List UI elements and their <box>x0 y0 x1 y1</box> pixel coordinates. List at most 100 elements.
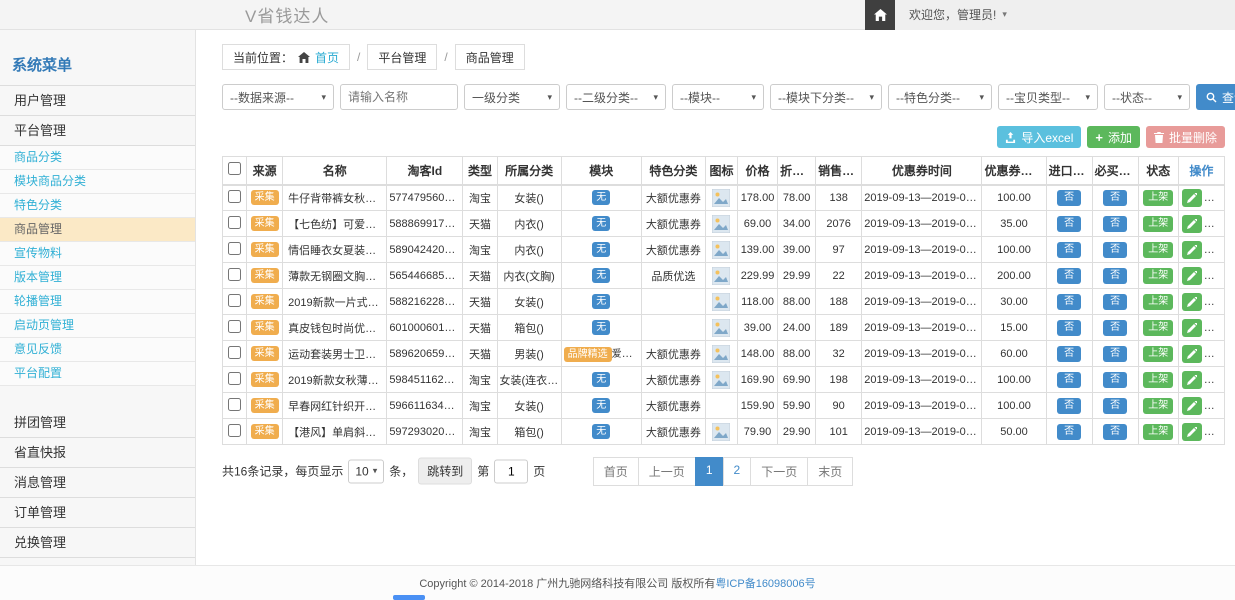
sidebar-subitem-9[interactable]: 平台配置 <box>0 362 195 386</box>
imported-toggle-button[interactable]: 否 <box>1057 268 1081 284</box>
must-buy-toggle-button[interactable]: 否 <box>1103 372 1127 388</box>
sidebar-subitem-3[interactable]: 商品管理 <box>0 218 195 242</box>
imported-toggle-button[interactable]: 否 <box>1057 294 1081 310</box>
sidebar-subitem-1[interactable]: 模块商品分类 <box>0 170 195 194</box>
filter-select-module-sub[interactable]: --模块下分类--▾ <box>770 84 882 110</box>
row-checkbox[interactable] <box>228 320 241 333</box>
filter-select-feature[interactable]: --特色分类--▾ <box>888 84 992 110</box>
row-checkbox[interactable] <box>228 372 241 385</box>
imported-toggle-button[interactable]: 否 <box>1057 346 1081 362</box>
must-buy-toggle-button[interactable]: 否 <box>1103 398 1127 414</box>
status-button[interactable]: 上架 <box>1143 372 1173 388</box>
imported-toggle-button[interactable]: 否 <box>1057 242 1081 258</box>
breadcrumb-crumb-0[interactable]: 平台管理 <box>367 44 437 70</box>
imported-toggle-button[interactable]: 否 <box>1057 424 1081 440</box>
edit-button[interactable] <box>1182 397 1202 415</box>
status-button[interactable]: 上架 <box>1143 216 1173 232</box>
edit-button[interactable] <box>1182 241 1202 259</box>
status-button[interactable]: 上架 <box>1143 398 1173 414</box>
imported-toggle-button[interactable]: 否 <box>1057 372 1081 388</box>
product-image-thumbnail[interactable] <box>712 189 730 207</box>
filter-select-module[interactable]: --模块--▾ <box>672 84 764 110</box>
row-checkbox[interactable] <box>228 398 241 411</box>
must-buy-toggle-button[interactable]: 否 <box>1103 216 1127 232</box>
query-button[interactable]: 查询 <box>1196 84 1235 110</box>
product-image-thumbnail[interactable] <box>712 319 730 337</box>
jump-page-input[interactable] <box>494 459 528 483</box>
must-buy-toggle-button[interactable]: 否 <box>1103 424 1127 440</box>
must-buy-toggle-button[interactable]: 否 <box>1103 190 1127 206</box>
batch-delete-button[interactable]: 批量删除 <box>1146 126 1225 148</box>
must-buy-toggle-button[interactable]: 否 <box>1103 320 1127 336</box>
user-menu[interactable]: 欢迎您，管理员! ▾ <box>895 0 1235 30</box>
breadcrumb-crumb-1[interactable]: 商品管理 <box>455 44 525 70</box>
filter-select-status[interactable]: --状态--▾ <box>1104 84 1190 110</box>
sidebar-item-partial[interactable] <box>0 558 195 565</box>
edit-button[interactable] <box>1182 215 1202 233</box>
row-checkbox[interactable] <box>228 424 241 437</box>
sidebar-item-top-after-0[interactable]: 拼团管理 <box>0 408 195 438</box>
edit-button[interactable] <box>1182 319 1202 337</box>
sidebar-subitem-5[interactable]: 版本管理 <box>0 266 195 290</box>
pagination-page-2[interactable]: 2 <box>723 457 752 486</box>
status-button[interactable]: 上架 <box>1143 424 1173 440</box>
add-button[interactable]: + 添加 <box>1087 126 1140 148</box>
sidebar-item-top-after-4[interactable]: 兑换管理 <box>0 528 195 558</box>
filter-select-level1[interactable]: 一级分类▾ <box>464 84 560 110</box>
sidebar-item-top-after-1[interactable]: 省直快报 <box>0 438 195 468</box>
sidebar-item-top-after-3[interactable]: 订单管理 <box>0 498 195 528</box>
edit-button[interactable] <box>1182 371 1202 389</box>
filter-select-level2[interactable]: --二级分类--▾ <box>566 84 666 110</box>
jump-button[interactable]: 跳转到 <box>418 458 472 485</box>
topbar-home-button[interactable] <box>865 0 895 30</box>
must-buy-toggle-button[interactable]: 否 <box>1103 346 1127 362</box>
status-button[interactable]: 上架 <box>1143 346 1173 362</box>
status-button[interactable]: 上架 <box>1143 294 1173 310</box>
page-size-select[interactable]: 10 ▾ <box>348 459 384 483</box>
row-checkbox[interactable] <box>228 216 241 229</box>
row-checkbox[interactable] <box>228 242 241 255</box>
sidebar-item-top-after-2[interactable]: 消息管理 <box>0 468 195 498</box>
select-all-checkbox[interactable] <box>228 162 241 175</box>
product-image-thumbnail[interactable] <box>712 241 730 259</box>
product-image-thumbnail[interactable] <box>712 345 730 363</box>
status-button[interactable]: 上架 <box>1143 190 1173 206</box>
import-excel-button[interactable]: 导入excel <box>997 126 1081 148</box>
product-image-thumbnail[interactable] <box>712 293 730 311</box>
edit-button[interactable] <box>1182 189 1202 207</box>
sidebar-subitem-2[interactable]: 特色分类 <box>0 194 195 218</box>
product-image-thumbnail[interactable] <box>712 215 730 233</box>
must-buy-toggle-button[interactable]: 否 <box>1103 268 1127 284</box>
status-button[interactable]: 上架 <box>1143 268 1173 284</box>
edit-button[interactable] <box>1182 345 1202 363</box>
pagination-last[interactable]: 末页 <box>807 457 853 486</box>
pagination-prev[interactable]: 上一页 <box>638 457 696 486</box>
imported-toggle-button[interactable]: 否 <box>1057 398 1081 414</box>
product-image-thumbnail[interactable] <box>712 423 730 441</box>
status-button[interactable]: 上架 <box>1143 320 1173 336</box>
edit-button[interactable] <box>1182 267 1202 285</box>
horizontal-scrollbar-thumb[interactable] <box>393 595 425 600</box>
row-checkbox[interactable] <box>228 294 241 307</box>
pagination-next[interactable]: 下一页 <box>750 457 808 486</box>
filter-select-data-source[interactable]: --数据来源--▾ <box>222 84 334 110</box>
must-buy-toggle-button[interactable]: 否 <box>1103 242 1127 258</box>
imported-toggle-button[interactable]: 否 <box>1057 216 1081 232</box>
row-checkbox[interactable] <box>228 268 241 281</box>
pagination-first[interactable]: 首页 <box>593 457 639 486</box>
sidebar-subitem-4[interactable]: 宣传物料 <box>0 242 195 266</box>
sidebar-subitem-7[interactable]: 启动页管理 <box>0 314 195 338</box>
name-search-input[interactable] <box>340 84 458 110</box>
sidebar-subitem-6[interactable]: 轮播管理 <box>0 290 195 314</box>
row-checkbox[interactable] <box>228 346 241 359</box>
edit-button[interactable] <box>1182 293 1202 311</box>
pagination-page-1[interactable]: 1 <box>695 457 724 486</box>
status-button[interactable]: 上架 <box>1143 242 1173 258</box>
imported-toggle-button[interactable]: 否 <box>1057 190 1081 206</box>
filter-select-item-type[interactable]: --宝贝类型--▾ <box>998 84 1098 110</box>
sidebar-subitem-8[interactable]: 意见反馈 <box>0 338 195 362</box>
must-buy-toggle-button[interactable]: 否 <box>1103 294 1127 310</box>
sidebar-item-top-0[interactable]: 用户管理 <box>0 86 195 116</box>
product-image-thumbnail[interactable] <box>712 267 730 285</box>
imported-toggle-button[interactable]: 否 <box>1057 320 1081 336</box>
